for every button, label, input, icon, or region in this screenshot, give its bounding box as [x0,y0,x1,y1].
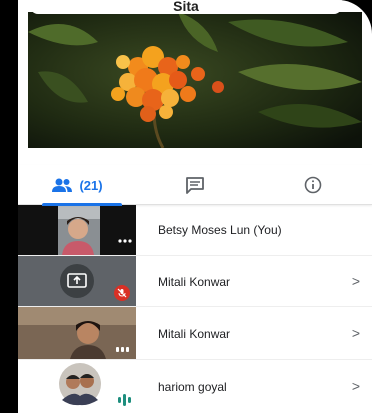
chevron-right-icon[interactable]: > [352,378,360,394]
chevron-right-icon[interactable]: > [352,325,360,341]
tab-info[interactable] [254,165,372,205]
meet-screen: Sita (21) Betsy Moses Lun (You) Mitali K… [18,0,372,413]
participant-thumbnail [18,205,136,255]
speaking-dots-icon [116,347,129,352]
tab-people[interactable]: (21) [18,165,136,206]
main-video-tile[interactable] [28,12,362,148]
chevron-right-icon[interactable]: > [352,273,360,289]
side-panel-tabs: (21) [18,165,372,206]
participant-row[interactable]: Betsy Moses Lun (You) [18,205,372,255]
participant-thumbnail [18,360,136,413]
tab-chat[interactable] [136,165,254,205]
flower-photo [28,12,362,148]
chat-icon [186,177,204,194]
participant-list: Betsy Moses Lun (You) Mitali Konwar > Mi… [18,205,372,413]
active-tab-indicator [42,203,122,206]
participant-count: (21) [79,177,103,193]
participant-name: Mitali Konwar [158,327,231,341]
meeting-title-bar: Sita [30,0,342,14]
audio-level-icon [118,394,131,406]
participant-name: hariom goyal [158,380,227,394]
participant-row[interactable]: hariom goyal > [18,360,372,413]
info-icon [304,176,322,194]
mic-off-icon [117,288,127,298]
participant-row[interactable]: Mitali Konwar > [18,307,372,359]
meeting-title: Sita [173,0,199,14]
muted-badge [114,285,130,301]
participant-thumbnail [18,307,136,359]
participant-name: Betsy Moses Lun (You) [158,223,282,237]
participant-row[interactable]: Mitali Konwar > [18,256,372,306]
people-icon [52,178,73,192]
participant-thumbnail [18,256,136,306]
device-frame: Sita (21) Betsy Moses Lun (You) Mitali K… [0,0,372,413]
participant-name: Mitali Konwar [158,275,231,289]
speaking-dots-icon [118,239,132,243]
